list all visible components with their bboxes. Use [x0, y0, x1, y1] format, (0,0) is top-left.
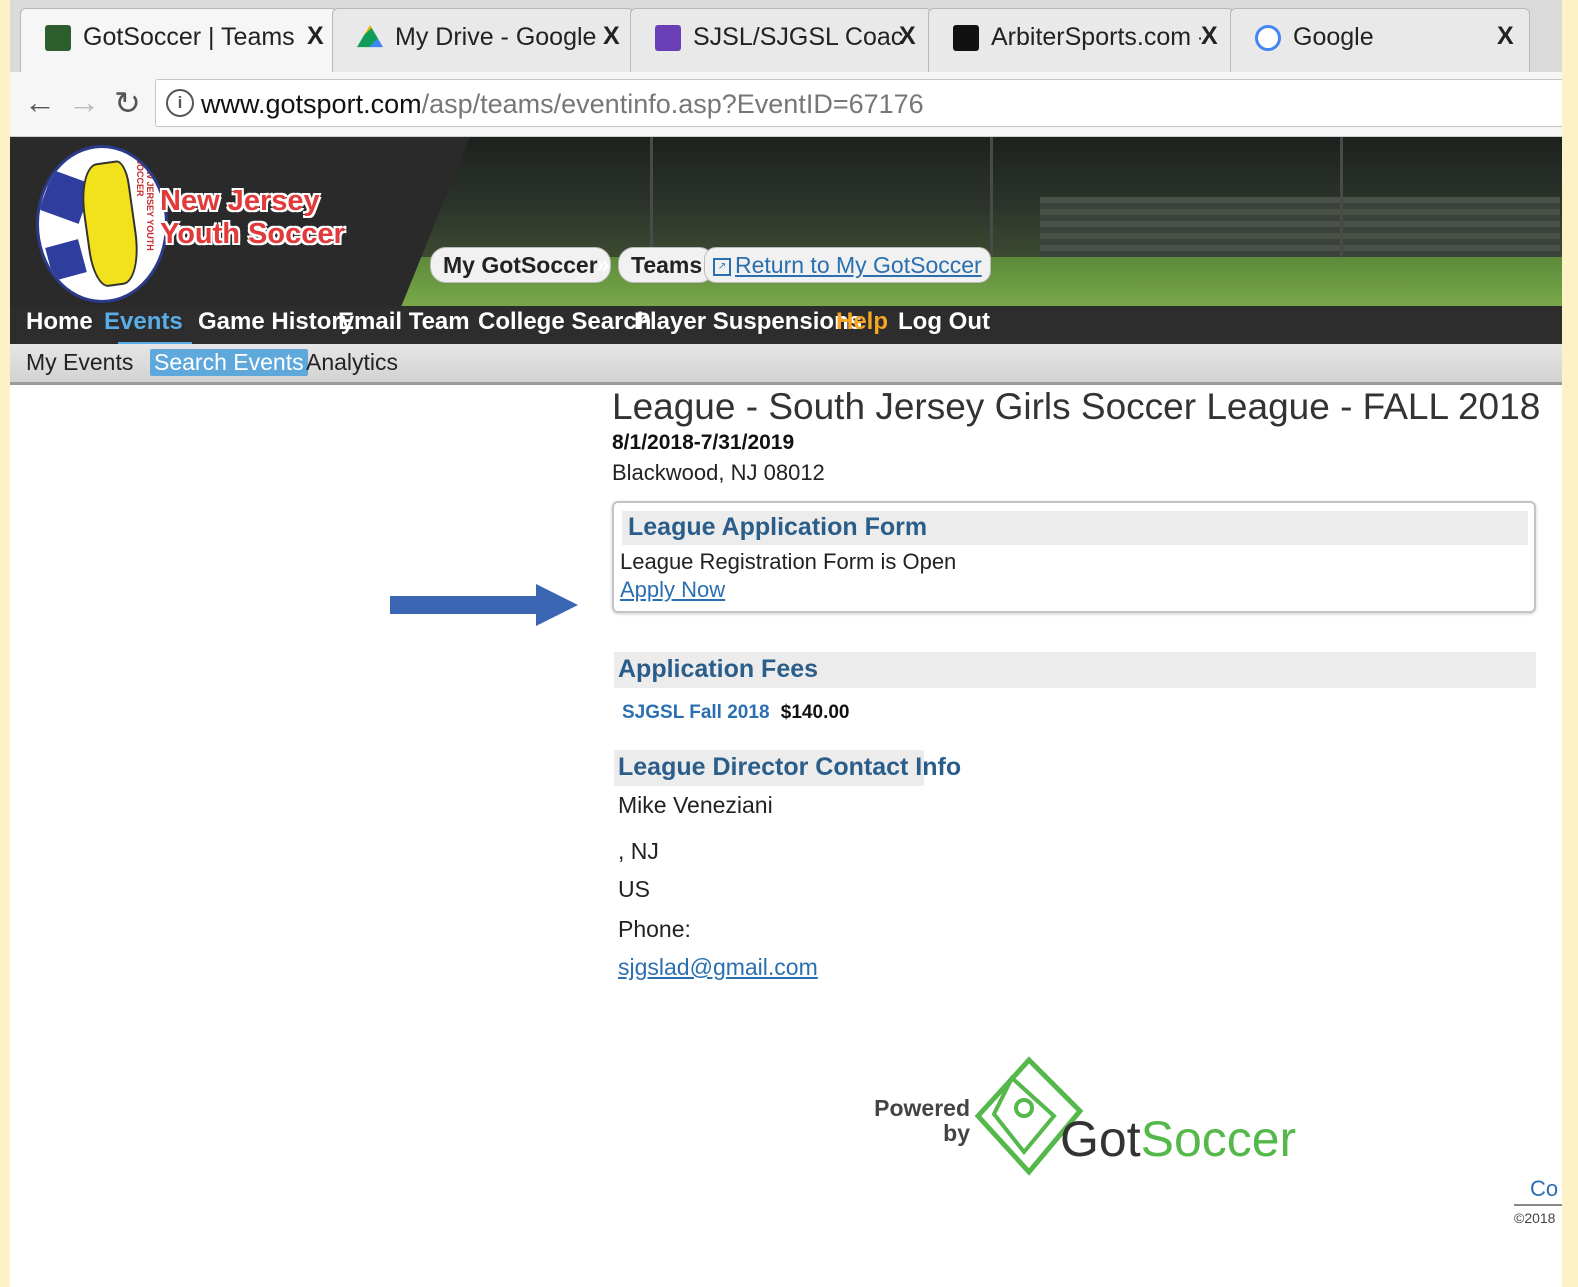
- external-link-icon: ↗: [713, 257, 731, 276]
- site-banner: NEW JERSEY YOUTH SOCCER New Jersey Youth…: [10, 137, 1562, 307]
- tab-strip: GotSoccer | Teams | Event X My Drive - G…: [10, 0, 1562, 73]
- page-title: League - South Jersey Girls Soccer Leagu…: [612, 386, 1541, 427]
- browser-toolbar: ← → ↻ i www.gotsport.com/asp/teams/event…: [10, 72, 1562, 137]
- section-heading: Application Fees: [618, 655, 819, 683]
- powered-line: by: [943, 1120, 970, 1146]
- gotsoccer-favicon-icon: [45, 25, 71, 51]
- logo-wordmark: New Jersey Youth Soccer: [160, 185, 345, 251]
- director-phone: Phone:: [618, 916, 691, 942]
- annotation-arrow-icon: [390, 584, 578, 626]
- application-form-box: League Application Form League Registrat…: [612, 501, 1536, 613]
- tab-close-icon[interactable]: X: [603, 22, 620, 51]
- tab-close-icon[interactable]: X: [1201, 22, 1218, 51]
- address-bar[interactable]: i www.gotsport.com/asp/teams/eventinfo.a…: [155, 79, 1562, 127]
- subnav-my-events[interactable]: My Events: [26, 349, 133, 376]
- tab-close-icon[interactable]: X: [1497, 22, 1514, 51]
- light-pole: [990, 137, 993, 257]
- registration-status: League Registration Form is Open: [620, 549, 957, 574]
- logo-line-1: New Jersey: [160, 185, 320, 217]
- event-dates: 8/1/2018-7/31/2019: [612, 431, 795, 454]
- apply-now-link[interactable]: Apply Now: [620, 577, 725, 603]
- light-pole: [1340, 137, 1343, 257]
- sub-nav: My Events Search Events Analytics: [10, 344, 1562, 385]
- google-drive-icon: [357, 25, 383, 48]
- contact-info-header: League Director Contact Info: [614, 750, 961, 786]
- powered-line: Powered: [874, 1095, 970, 1121]
- info-icon[interactable]: i: [166, 89, 194, 117]
- return-to-my-gotsoccer-link[interactable]: ↗ Return to My GotSoccer: [704, 247, 991, 283]
- tab-title: GotSoccer | Teams | Event: [83, 23, 297, 51]
- subnav-analytics[interactable]: Analytics: [306, 349, 398, 376]
- director-name: Mike Veneziani: [618, 792, 773, 818]
- stadium-stands: [1040, 197, 1560, 257]
- event-location: Blackwood, NJ 08012: [612, 460, 825, 485]
- subnav-search-events[interactable]: Search Events: [150, 349, 308, 376]
- nj-youth-soccer-logo[interactable]: NEW JERSEY YOUTH SOCCER: [36, 145, 168, 303]
- nav-game-history[interactable]: Game History: [198, 308, 354, 336]
- application-fees-header: Application Fees: [614, 652, 1536, 688]
- footer-divider: [1514, 1204, 1562, 1206]
- tab-close-icon[interactable]: X: [307, 22, 324, 51]
- nav-events[interactable]: Events: [104, 308, 183, 336]
- footer-copyright: ©2018: [1514, 1210, 1556, 1226]
- breadcrumb-my-gotsoccer[interactable]: My GotSoccer: [430, 247, 611, 283]
- main-nav: Home Events Game History Email Team Coll…: [10, 306, 1562, 345]
- nav-college-search[interactable]: College Search: [478, 308, 651, 336]
- section-heading: League Director Contact Info: [618, 753, 962, 781]
- arbitersports-icon: [953, 25, 979, 51]
- google-forms-icon: [655, 25, 681, 51]
- director-country: US: [618, 876, 650, 902]
- back-arrow-icon[interactable]: ←: [24, 84, 56, 121]
- tab-arbitersports[interactable]: ArbiterSports.com - Leag X: [928, 8, 1234, 72]
- ball-patch: [45, 239, 87, 281]
- tab-title: My Drive - Google Drive: [395, 23, 605, 51]
- fee-name[interactable]: SJGSL Fall 2018: [622, 702, 770, 723]
- director-city-state: , NJ: [618, 838, 659, 864]
- fee-amount: $140.00: [780, 702, 850, 723]
- tab-gotsoccer[interactable]: GotSoccer | Teams | Event X: [20, 8, 338, 73]
- breadcrumb-separator: »: [596, 251, 610, 278]
- forward-arrow-icon[interactable]: →: [68, 84, 100, 121]
- url-text[interactable]: www.gotsport.com/asp/teams/eventinfo.asp…: [201, 89, 924, 120]
- director-email-link[interactable]: sjgslad@gmail.com: [618, 954, 818, 981]
- tab-coach-registration[interactable]: SJSL/SJGSL Coach Registr X: [630, 8, 932, 72]
- google-icon: [1255, 25, 1281, 51]
- breadcrumb-teams[interactable]: Teams: [618, 247, 716, 283]
- powered-by-label: Powered by: [870, 1096, 970, 1146]
- tab-title: SJSL/SJGSL Coach Registr: [693, 23, 903, 51]
- nav-home[interactable]: Home: [26, 308, 93, 336]
- tab-title: ArbiterSports.com - Leag: [991, 23, 1201, 51]
- light-pole: [650, 137, 653, 257]
- browser-window: GotSoccer | Teams | Event X My Drive - G…: [10, 0, 1562, 1287]
- nav-help[interactable]: Help: [836, 308, 888, 336]
- logo-ring-text: NEW JERSEY YOUTH SOCCER: [135, 158, 155, 251]
- logo-line-2: Youth Soccer: [160, 218, 345, 250]
- application-form-header: League Application Form: [622, 511, 1528, 545]
- nav-email-team[interactable]: Email Team: [338, 308, 470, 336]
- tab-title: Google: [1293, 23, 1374, 51]
- footer-link-partial[interactable]: Co: [1530, 1176, 1558, 1202]
- section-heading: League Application Form: [628, 513, 928, 541]
- nav-log-out[interactable]: Log Out: [898, 308, 990, 336]
- tab-google-drive[interactable]: My Drive - Google Drive X: [332, 8, 634, 72]
- reload-icon[interactable]: ↻: [114, 84, 141, 122]
- fee-row: SJGSL Fall 2018 $140.00: [622, 702, 849, 724]
- tab-google[interactable]: Google X: [1230, 8, 1530, 72]
- nav-player-suspensions[interactable]: Player Suspensions: [634, 308, 862, 336]
- tab-close-icon[interactable]: X: [899, 22, 916, 51]
- gotsoccer-wordmark: GotSoccer: [1060, 1111, 1297, 1167]
